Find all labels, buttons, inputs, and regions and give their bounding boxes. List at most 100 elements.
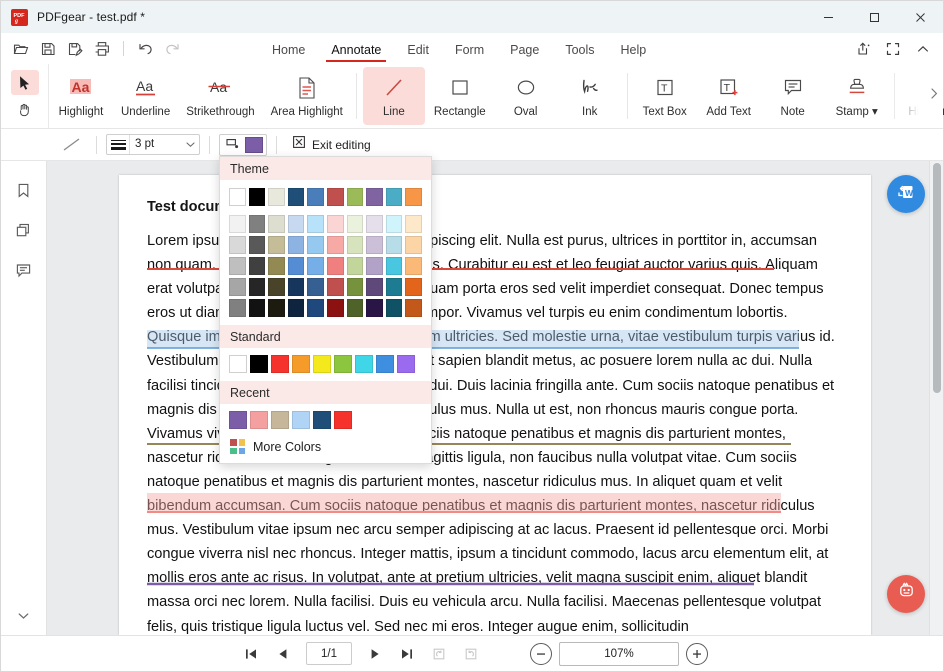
bookmark-icon[interactable]: [10, 177, 38, 203]
next-page-icon[interactable]: [360, 641, 390, 667]
close-icon[interactable]: [897, 1, 943, 33]
menu-item-form[interactable]: Form: [442, 35, 497, 64]
menu-item-edit[interactable]: Edit: [394, 35, 442, 64]
ribbon-item-ink[interactable]: Ink: [559, 67, 621, 125]
color-swatch[interactable]: [405, 278, 422, 296]
ribbon-item-line[interactable]: Line: [363, 67, 425, 125]
color-swatch[interactable]: [334, 355, 352, 373]
color-swatch[interactable]: [405, 188, 422, 206]
color-swatch[interactable]: [386, 257, 403, 275]
theme-variant-row[interactable]: [229, 236, 422, 254]
color-swatch[interactable]: [366, 215, 383, 233]
color-swatch[interactable]: [229, 257, 246, 275]
more-colors-button[interactable]: More Colors: [220, 435, 431, 463]
color-swatch[interactable]: [327, 236, 344, 254]
exit-editing-button[interactable]: Exit editing: [286, 133, 377, 156]
last-page-icon[interactable]: [392, 641, 422, 667]
color-swatch[interactable]: [366, 257, 383, 275]
color-swatch[interactable]: [249, 257, 266, 275]
color-swatch[interactable]: [366, 236, 383, 254]
vertical-scrollbar[interactable]: [929, 161, 943, 635]
color-swatch[interactable]: [292, 411, 310, 429]
color-swatch[interactable]: [347, 299, 364, 317]
color-swatch[interactable]: [268, 278, 285, 296]
color-swatch[interactable]: [249, 278, 266, 296]
color-swatch[interactable]: [366, 188, 383, 206]
color-swatch[interactable]: [229, 236, 246, 254]
color-swatch[interactable]: [307, 278, 324, 296]
minimize-icon[interactable]: [805, 1, 851, 33]
menu-item-annotate[interactable]: Annotate: [318, 35, 394, 64]
color-swatch[interactable]: [250, 355, 268, 373]
color-swatch[interactable]: [397, 355, 415, 373]
ribbon-item-note[interactable]: Note: [762, 67, 824, 125]
color-swatch[interactable]: [229, 355, 247, 373]
color-swatch[interactable]: [268, 236, 285, 254]
color-swatch[interactable]: [347, 278, 364, 296]
color-swatch[interactable]: [292, 355, 310, 373]
pages-icon[interactable]: [10, 217, 38, 243]
color-swatch[interactable]: [250, 411, 268, 429]
color-swatch[interactable]: [268, 215, 285, 233]
recent-color-row[interactable]: [220, 404, 431, 435]
chevron-up-icon[interactable]: [909, 36, 937, 62]
color-swatch[interactable]: [347, 236, 364, 254]
first-page-icon[interactable]: [236, 641, 266, 667]
convert-to-word-button[interactable]: W: [887, 175, 925, 213]
rotate-right-icon[interactable]: [456, 641, 486, 667]
zoom-level-input[interactable]: 107%: [559, 642, 679, 666]
color-swatch[interactable]: [327, 299, 344, 317]
color-swatch[interactable]: [288, 188, 305, 206]
color-picker-popup[interactable]: Theme Standard Recent More Colors: [219, 156, 432, 464]
color-swatch[interactable]: [405, 299, 422, 317]
color-swatch[interactable]: [249, 215, 266, 233]
color-swatch[interactable]: [366, 299, 383, 317]
color-swatch[interactable]: [268, 257, 285, 275]
color-swatch[interactable]: [307, 188, 324, 206]
color-swatch[interactable]: [307, 236, 324, 254]
ribbon-item-strikethrough[interactable]: Aa Strikethrough: [179, 67, 261, 125]
color-swatch[interactable]: [249, 188, 266, 206]
ai-assistant-button[interactable]: [887, 575, 925, 613]
menu-item-page[interactable]: Page: [497, 35, 552, 64]
color-swatch[interactable]: [249, 236, 266, 254]
color-swatch[interactable]: [288, 257, 305, 275]
color-swatch[interactable]: [268, 188, 285, 206]
page-number-input[interactable]: 1/1: [306, 642, 352, 665]
save-as-icon[interactable]: [63, 37, 87, 61]
chevron-right-icon[interactable]: [927, 86, 941, 107]
theme-variant-row[interactable]: [229, 299, 422, 317]
color-swatch[interactable]: [405, 236, 422, 254]
color-swatch[interactable]: [376, 355, 394, 373]
undo-icon[interactable]: [133, 37, 157, 61]
color-swatch[interactable]: [327, 278, 344, 296]
color-swatch[interactable]: [355, 355, 373, 373]
expand-rail-button[interactable]: [1, 608, 46, 623]
save-icon[interactable]: [36, 37, 60, 61]
ribbon-item-oval[interactable]: Oval: [495, 67, 557, 125]
line-width-select[interactable]: 3 pt: [106, 134, 200, 155]
color-swatch[interactable]: [268, 299, 285, 317]
color-swatch[interactable]: [229, 215, 246, 233]
scrollbar-thumb[interactable]: [933, 163, 941, 393]
color-swatch[interactable]: [327, 257, 344, 275]
color-swatch[interactable]: [307, 215, 324, 233]
color-swatch[interactable]: [288, 278, 305, 296]
maximize-icon[interactable]: [851, 1, 897, 33]
color-swatch[interactable]: [288, 299, 305, 317]
menu-item-home[interactable]: Home: [259, 35, 318, 64]
color-swatch[interactable]: [229, 188, 246, 206]
menu-item-help[interactable]: Help: [608, 35, 660, 64]
rotate-left-icon[interactable]: [424, 641, 454, 667]
hand-icon[interactable]: [11, 97, 39, 122]
color-swatch[interactable]: [288, 236, 305, 254]
print-icon[interactable]: [90, 37, 114, 61]
color-swatch[interactable]: [307, 299, 324, 317]
ribbon-item-highlight[interactable]: Aa Highlight: [50, 67, 112, 125]
theme-variant-row[interactable]: [229, 278, 422, 296]
comment-icon[interactable]: [10, 257, 38, 283]
color-swatch[interactable]: [249, 299, 266, 317]
color-swatch[interactable]: [288, 215, 305, 233]
color-swatch[interactable]: [366, 278, 383, 296]
standard-color-row[interactable]: [220, 348, 431, 381]
